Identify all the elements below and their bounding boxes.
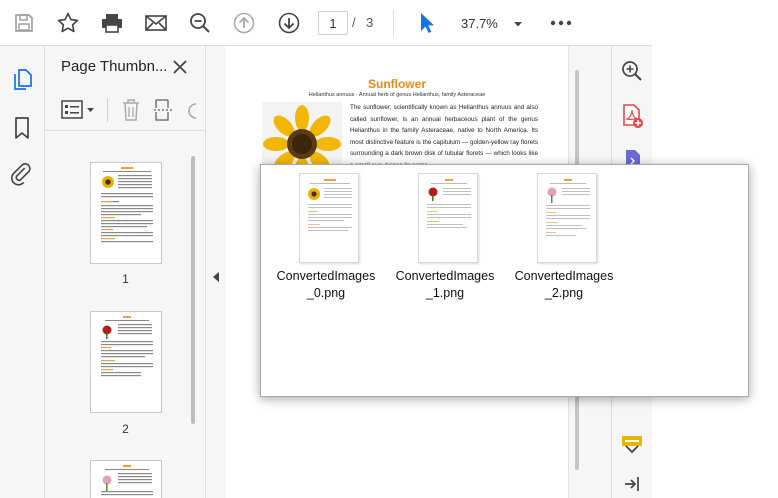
file-item[interactable]: ConvertedImages_1.png [396,173,494,303]
page-thumbnail-preview [101,167,153,243]
zoom-out-icon[interactable] [186,9,214,37]
document-title: Sunflower [367,77,426,91]
panel-divider [45,130,206,131]
thumbnail-toolbar [55,96,205,124]
page-thumbnail-preview [101,465,153,496]
thumbnail-options-icon[interactable] [61,99,97,126]
page-thumbnail-label: 1 [122,272,129,286]
collapse-panel-icon[interactable] [206,262,226,292]
zoom-level-select[interactable]: 37.7% [455,11,529,35]
file-thumbnail [418,173,478,263]
page-thumbnails-panel: Page Thumbn... 1 2 [45,46,206,498]
page-thumbnail-2[interactable] [90,311,162,413]
file-item[interactable]: ConvertedImages_0.png [277,173,375,303]
document-body: The sunflower, scientifically known as H… [350,104,538,169]
panel-title: Page Thumbn... [61,58,166,75]
create-pdf-icon[interactable] [617,101,647,131]
page-separator: / [352,15,356,30]
thumbnail-scrollbar[interactable] [191,156,195,424]
file-thumbnail [299,173,359,263]
more-tools-icon[interactable] [547,9,575,37]
attachment-icon[interactable] [8,160,36,188]
previous-page-icon[interactable] [230,9,258,37]
converted-images-window: ConvertedImages_0.png ConvertedImages_1.… [260,164,749,397]
chevron-down-icon [513,17,523,32]
file-name: ConvertedImages_1.png [395,269,495,300]
email-icon[interactable] [142,9,170,37]
save-icon[interactable] [10,9,38,37]
chevron-down-icon[interactable] [617,434,647,464]
bookmark-icon[interactable] [8,114,36,142]
page-total: 3 [366,15,374,30]
file-name: ConvertedImages_2.png [514,269,614,300]
print-icon[interactable] [98,9,126,37]
page-thumbnail-1[interactable] [90,162,162,264]
collapse-right-panel-icon[interactable] [617,469,647,498]
document-subtitle: Helianthus annuus · Annual herb of genus… [308,92,486,98]
acrobat-window: 1 / 3 37.7% Page Thumbn... 1 2 Sunflower… [0,0,778,498]
page-thumbnail-preview [101,316,153,377]
extract-pages-icon[interactable] [153,98,175,127]
toolbar-divider [393,10,394,36]
toolbar-divider [107,98,108,122]
file-name: ConvertedImages_0.png [276,269,376,300]
main-toolbar: 1 / 3 37.7% [0,0,652,46]
file-item[interactable]: ConvertedImages_2.png [515,173,613,303]
select-cursor-icon[interactable] [412,9,440,37]
page-thumbnails-icon[interactable] [8,66,36,94]
next-page-icon[interactable] [275,9,303,37]
zoom-level-value: 37.7% [461,15,498,31]
zoom-in-icon[interactable] [617,56,647,86]
file-thumbnail [537,173,597,263]
page-thumbnail-3[interactable] [90,460,162,498]
page-thumbnail-label: 2 [122,422,129,436]
left-navigation-rail [0,46,45,498]
star-icon[interactable] [54,9,82,37]
rotate-page-icon[interactable] [187,102,197,125]
close-icon[interactable] [169,56,191,78]
delete-page-icon[interactable] [121,98,141,127]
page-number-input[interactable]: 1 [318,11,348,35]
